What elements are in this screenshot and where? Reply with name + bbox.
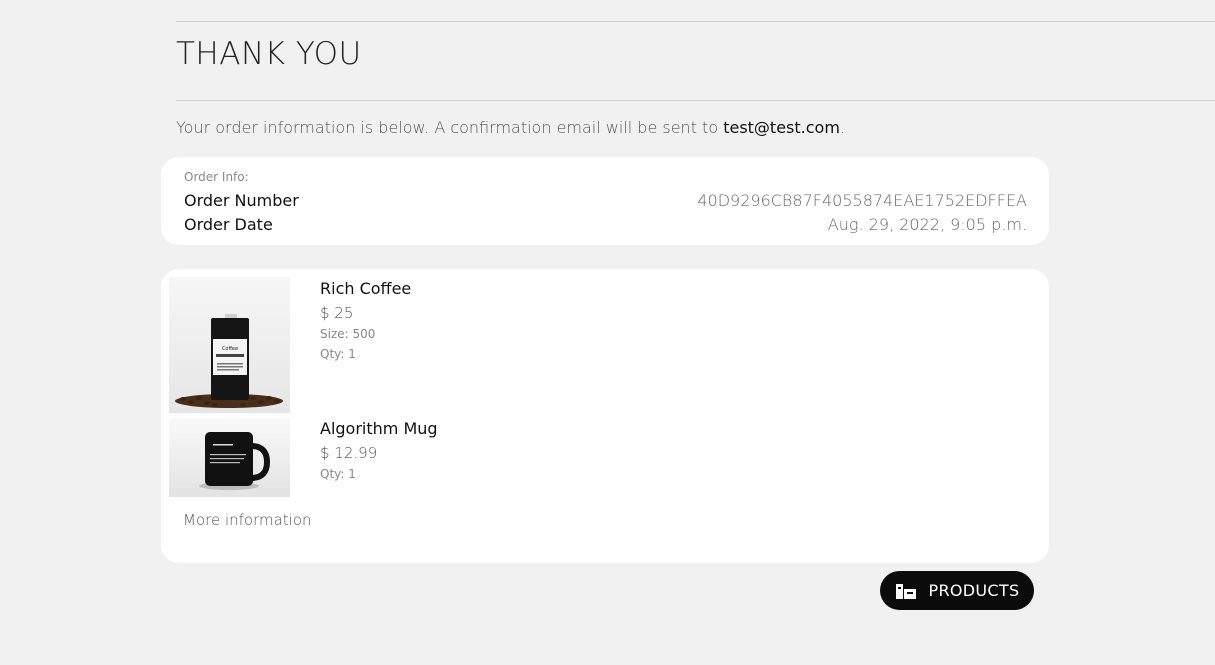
- order-info-label: Order Info:: [184, 170, 249, 184]
- item-name[interactable]: Rich Coffee: [320, 279, 411, 298]
- mug-icon: [199, 432, 271, 490]
- order-items-card: Coffee Rich Coffee $ 25 Size: 500 Qty: 1: [161, 269, 1049, 563]
- confirmation-text: Your order information is below. A confi…: [176, 118, 724, 137]
- coffee-bag-label: Coffee: [222, 346, 238, 352]
- thank-you-page: THANK YOU Your order information is belo…: [0, 0, 1215, 665]
- item-size: Size: 500: [320, 327, 376, 341]
- products-button-label: PRODUCTS: [928, 581, 1020, 600]
- top-divider: [176, 21, 1215, 22]
- item-qty: Qty: 1: [320, 347, 356, 361]
- order-date-row: Order Date Aug. 29, 2022, 9:05 p.m.: [184, 215, 1027, 234]
- item-qty: Qty: 1: [320, 467, 356, 481]
- confirmation-message: Your order information is below. A confi…: [176, 118, 845, 137]
- boxes-icon: [895, 583, 916, 599]
- title-divider: [176, 100, 1215, 101]
- algorithm-mug-image: [169, 418, 290, 497]
- order-number-value: 40D9296CB87F4055874EAE1752EDFFEA: [697, 191, 1027, 210]
- page-title: THANK YOU: [176, 36, 362, 72]
- products-button[interactable]: PRODUCTS: [880, 571, 1034, 610]
- rich-coffee-image: Coffee: [169, 277, 290, 413]
- more-information-link[interactable]: More information: [183, 511, 312, 529]
- order-number-row: Order Number 40D9296CB87F4055874EAE1752E…: [184, 191, 1027, 210]
- confirmation-email: test@test.com: [723, 118, 840, 137]
- order-info-card: Order Info: Order Number 40D9296CB87F405…: [161, 157, 1049, 245]
- order-date-value: Aug. 29, 2022, 9:05 p.m.: [827, 215, 1027, 234]
- item-price: $ 25: [320, 304, 354, 322]
- item-price: $ 12.99: [320, 444, 378, 462]
- item-name[interactable]: Algorithm Mug: [320, 419, 438, 438]
- coffee-bag-icon: Coffee: [175, 314, 283, 408]
- order-number-label: Order Number: [184, 191, 299, 210]
- order-date-label: Order Date: [184, 215, 273, 234]
- confirmation-suffix: .: [839, 118, 846, 137]
